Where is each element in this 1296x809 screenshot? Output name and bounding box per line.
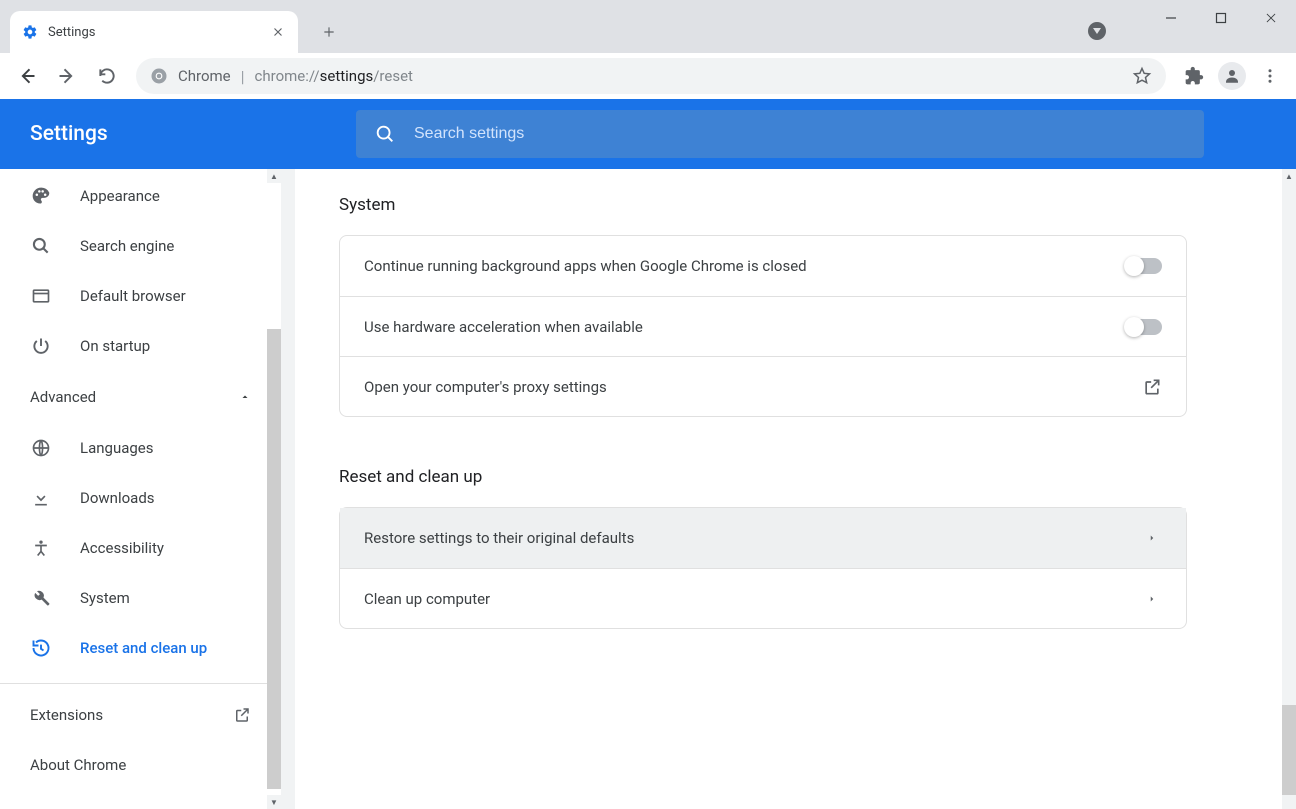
toolbar: Chrome | chrome:// settings /reset: [0, 53, 1296, 99]
back-button[interactable]: [8, 57, 46, 95]
extensions-icon[interactable]: [1176, 58, 1212, 94]
extensions-label: Extensions: [30, 706, 103, 724]
url-suffix: /reset: [373, 67, 413, 85]
row-hardware-acceleration[interactable]: Use hardware acceleration when available: [340, 296, 1186, 356]
row-proxy-settings[interactable]: Open your computer's proxy settings: [340, 356, 1186, 416]
sidebar-link-about[interactable]: About Chrome: [0, 740, 281, 790]
sidebar-scroll-up[interactable]: ▲: [267, 169, 281, 183]
section-title-reset: Reset and clean up: [339, 417, 1266, 507]
sidebar-item-languages[interactable]: Languages: [0, 423, 281, 473]
browser-chrome: Settings: [0, 0, 1296, 99]
sidebar-divider: [0, 683, 281, 684]
gear-icon: [22, 24, 38, 40]
search-icon: [30, 235, 52, 257]
restore-icon: [30, 637, 52, 659]
url-prefix: chrome://: [255, 67, 320, 85]
row-label: Continue running background apps when Go…: [364, 257, 807, 275]
sidebar-item-reset[interactable]: Reset and clean up: [0, 623, 281, 673]
globe-icon: [30, 437, 52, 459]
reload-button[interactable]: [88, 57, 126, 95]
advanced-label: Advanced: [30, 388, 96, 406]
system-card: Continue running background apps when Go…: [339, 235, 1187, 417]
row-label: Clean up computer: [364, 590, 490, 608]
address-bar[interactable]: Chrome | chrome:// settings /reset: [136, 58, 1166, 94]
row-label: Use hardware acceleration when available: [364, 318, 643, 336]
sidebar-link-extensions[interactable]: Extensions: [0, 690, 281, 740]
launch-icon: [233, 706, 251, 724]
forward-button[interactable]: [48, 57, 86, 95]
bookmark-star-icon[interactable]: [1132, 66, 1152, 86]
section-title-system: System: [339, 169, 1266, 235]
close-icon[interactable]: [270, 24, 286, 40]
content-scroll-up[interactable]: ▲: [1282, 169, 1296, 183]
download-icon: [30, 487, 52, 509]
content-scroll-thumb[interactable]: [1282, 705, 1296, 795]
reset-card: Restore settings to their original defau…: [339, 507, 1187, 629]
palette-icon: [30, 185, 52, 207]
toggle-hardware-acceleration[interactable]: [1126, 319, 1162, 335]
url-scheme-label: Chrome: [178, 67, 231, 85]
row-clean-up-computer[interactable]: Clean up computer: [340, 568, 1186, 628]
tab-settings[interactable]: Settings: [10, 11, 298, 53]
sidebar-item-label: Downloads: [80, 489, 155, 507]
sidebar-item-label: Appearance: [80, 187, 160, 205]
wrench-icon: [30, 587, 52, 609]
tab-title: Settings: [48, 25, 260, 40]
sidebar-item-label: Accessibility: [80, 539, 164, 557]
sidebar-item-label: Languages: [80, 439, 154, 457]
sidebar-item-label: Reset and clean up: [80, 639, 207, 657]
url-page: settings: [320, 67, 374, 85]
sidebar-item-on-startup[interactable]: On startup: [0, 321, 281, 371]
about-label: About Chrome: [30, 756, 126, 774]
profile-avatar[interactable]: [1218, 62, 1246, 90]
sidebar-item-accessibility[interactable]: Accessibility: [0, 523, 281, 573]
window-controls: [1146, 0, 1296, 36]
minimize-button[interactable]: [1146, 0, 1196, 36]
sidebar-item-default-browser[interactable]: Default browser: [0, 271, 281, 321]
settings-header: Settings: [0, 99, 1296, 169]
settings-search[interactable]: [356, 110, 1204, 158]
sidebar-item-search-engine[interactable]: Search engine: [0, 221, 281, 271]
chevron-right-icon: [1142, 589, 1162, 609]
sidebar-scroll-down[interactable]: ▼: [267, 795, 281, 809]
sidebar-item-label: Search engine: [80, 237, 174, 255]
share-badge-icon[interactable]: [1088, 22, 1106, 40]
chevron-right-icon: [1142, 528, 1162, 548]
accessibility-icon: [30, 537, 52, 559]
sidebar-item-system[interactable]: System: [0, 573, 281, 623]
row-label: Open your computer's proxy settings: [364, 378, 607, 396]
kebab-menu-icon[interactable]: [1252, 58, 1288, 94]
launch-icon: [1142, 377, 1162, 397]
chrome-logo-icon: [150, 67, 168, 85]
browser-icon: [30, 285, 52, 307]
page-title: Settings: [0, 122, 356, 146]
sidebar: ▲ ▼ Appearance Search engine Default br: [0, 169, 295, 809]
url-divider: |: [241, 67, 245, 86]
row-restore-defaults[interactable]: Restore settings to their original defau…: [340, 508, 1186, 568]
search-icon: [374, 123, 396, 145]
main-area: ▲ ▼ Appearance Search engine Default br: [0, 169, 1296, 809]
sidebar-item-appearance[interactable]: Appearance: [0, 171, 281, 221]
sidebar-scroll-thumb[interactable]: [267, 329, 281, 789]
sidebar-item-label: Default browser: [80, 287, 186, 305]
row-label: Restore settings to their original defau…: [364, 529, 634, 547]
sidebar-item-label: System: [80, 589, 130, 607]
row-background-apps[interactable]: Continue running background apps when Go…: [340, 236, 1186, 296]
sidebar-item-downloads[interactable]: Downloads: [0, 473, 281, 523]
tab-strip: Settings: [0, 0, 1296, 53]
new-tab-button[interactable]: [314, 17, 344, 47]
sidebar-advanced-toggle[interactable]: Advanced: [0, 371, 281, 423]
sidebar-item-label: On startup: [80, 337, 150, 355]
chevron-up-icon: [239, 391, 251, 403]
maximize-button[interactable]: [1196, 0, 1246, 36]
content-area: ▲ System Continue running background app…: [295, 169, 1296, 809]
close-window-button[interactable]: [1246, 0, 1296, 36]
toggle-background-apps[interactable]: [1126, 258, 1162, 274]
power-icon: [30, 335, 52, 357]
search-input[interactable]: [414, 125, 1186, 143]
